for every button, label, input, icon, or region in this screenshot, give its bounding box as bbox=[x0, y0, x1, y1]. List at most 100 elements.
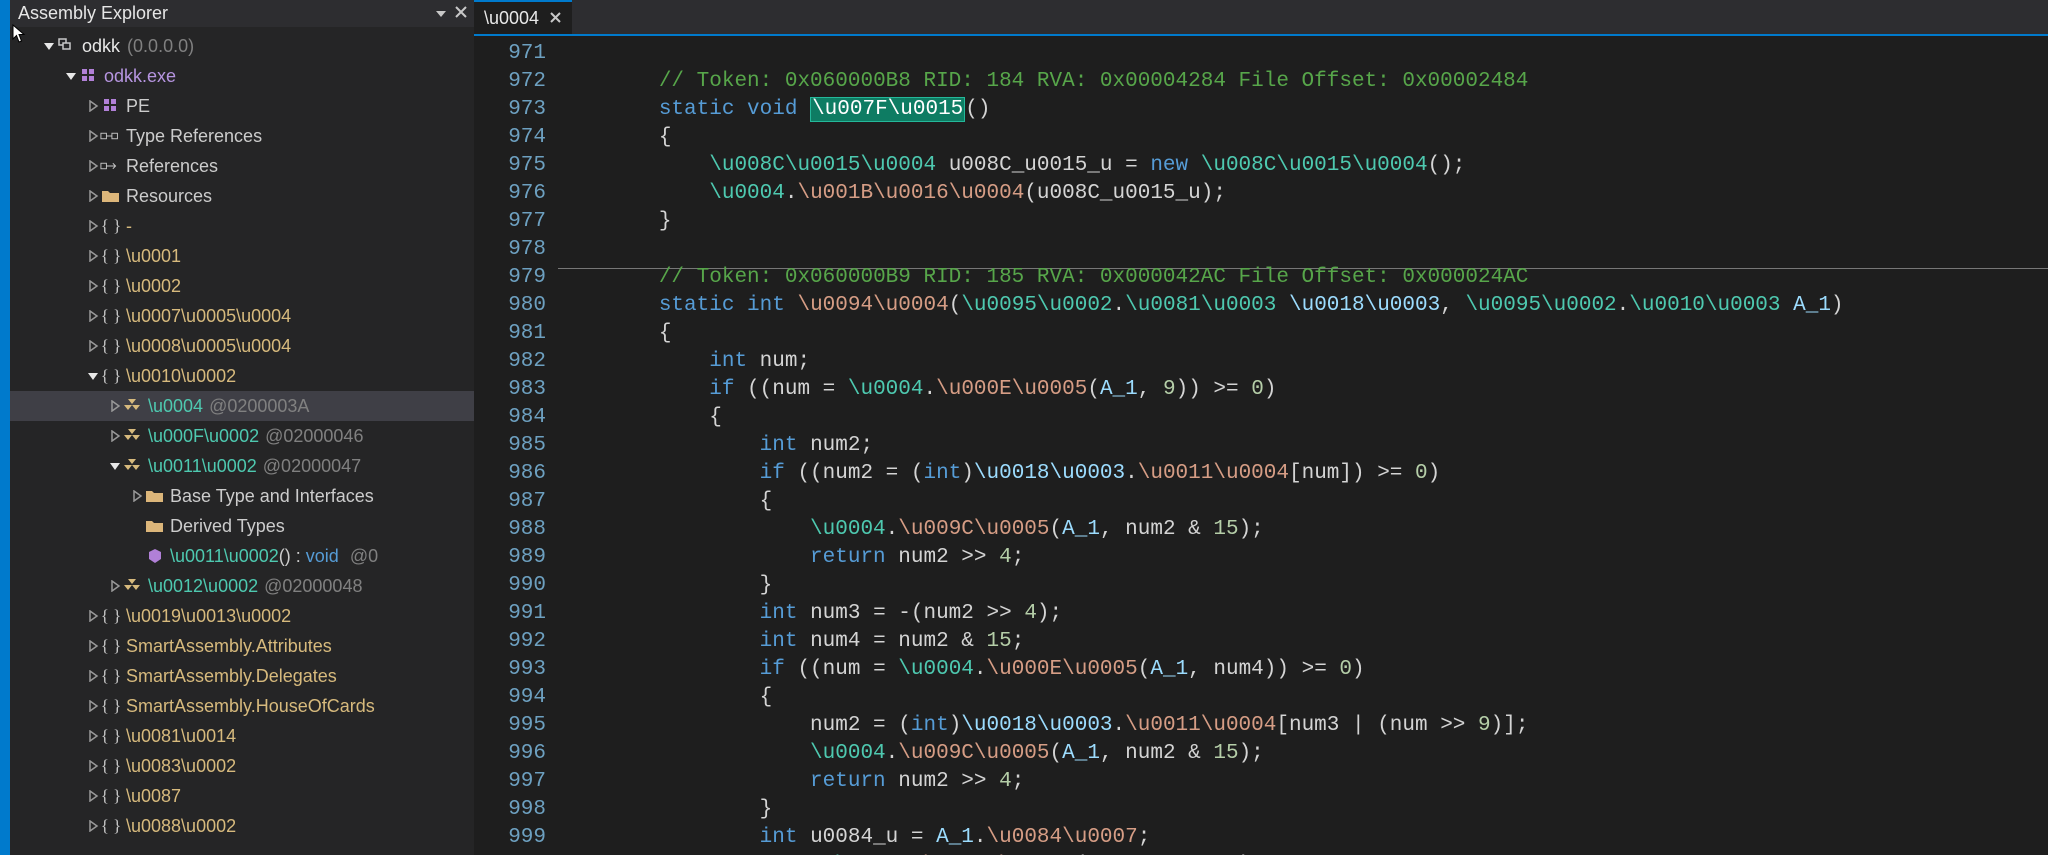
code-line[interactable]: { bbox=[558, 684, 2048, 712]
tree-row[interactable]: References bbox=[10, 151, 474, 181]
expand-icon[interactable] bbox=[86, 159, 100, 173]
code-line[interactable]: // Token: 0x060000B9 RID: 185 RVA: 0x000… bbox=[558, 264, 2048, 292]
tree-row[interactable]: Derived Types bbox=[10, 511, 474, 541]
code-line[interactable]: // Token: 0x060000B8 RID: 184 RVA: 0x000… bbox=[558, 68, 2048, 96]
method-icon bbox=[144, 545, 166, 567]
line-number: 988 bbox=[474, 516, 546, 544]
tree-row[interactable]: { }\u0081\u0014 bbox=[10, 721, 474, 751]
tree-label: odkk (0.0.0.0) bbox=[82, 36, 194, 57]
expand-icon[interactable] bbox=[86, 99, 100, 113]
code-line[interactable]: } bbox=[558, 208, 2048, 236]
code-line[interactable]: { bbox=[558, 320, 2048, 348]
twisty-spacer bbox=[130, 519, 144, 533]
tree-row[interactable]: \u0012\u0002@02000048 bbox=[10, 571, 474, 601]
tree-row[interactable]: odkk.exe bbox=[10, 61, 474, 91]
code-line[interactable]: int num2; bbox=[558, 432, 2048, 460]
tree-row[interactable]: { }SmartAssembly.HouseOfCards bbox=[10, 691, 474, 721]
tab-u0004[interactable]: \u0004 bbox=[474, 0, 572, 34]
code-line[interactable]: } bbox=[558, 572, 2048, 600]
line-number: 972 bbox=[474, 68, 546, 96]
code-line[interactable] bbox=[558, 40, 2048, 68]
code-line[interactable]: int num; bbox=[558, 348, 2048, 376]
code-viewport[interactable]: // Token: 0x060000B8 RID: 184 RVA: 0x000… bbox=[558, 36, 2048, 855]
tree-row[interactable]: Resources bbox=[10, 181, 474, 211]
tree-label: \u0002 bbox=[126, 276, 181, 297]
tree-row[interactable]: { }\u0001 bbox=[10, 241, 474, 271]
code-line[interactable]: \u0004.\u009C\u0005(A_1, num2 & 15); bbox=[558, 740, 2048, 768]
tree-row[interactable]: { }\u0083\u0002 bbox=[10, 751, 474, 781]
tab-close-button[interactable] bbox=[549, 8, 562, 29]
panel-close-button[interactable] bbox=[454, 3, 468, 24]
expand-icon[interactable] bbox=[108, 579, 122, 593]
code-line[interactable]: if ((num = \u0004.\u000E\u0005(A_1, num4… bbox=[558, 656, 2048, 684]
code-line[interactable]: \u0004.\u001B\u0016\u0004(u008C_u0015_u)… bbox=[558, 180, 2048, 208]
tree-row[interactable]: { }\u0087 bbox=[10, 781, 474, 811]
code-line[interactable] bbox=[558, 236, 2048, 264]
code-line[interactable]: int num4 = num2 & 15; bbox=[558, 628, 2048, 656]
code-line[interactable]: static int \u0094\u0004(\u0095\u0002.\u0… bbox=[558, 292, 2048, 320]
tree-label: \u0011\u0002() : void @0 bbox=[170, 546, 378, 567]
tree-row[interactable]: PE bbox=[10, 91, 474, 121]
code-line[interactable]: return num2 >> 4; bbox=[558, 768, 2048, 796]
tree-row[interactable]: \u000F\u0002@02000046 bbox=[10, 421, 474, 451]
tree-row[interactable]: \u0011\u0002@02000047 bbox=[10, 451, 474, 481]
expand-icon[interactable] bbox=[86, 609, 100, 623]
code-line[interactable]: { bbox=[558, 404, 2048, 432]
tree-row[interactable]: { }\u0088\u0002 bbox=[10, 811, 474, 841]
collapse-icon[interactable] bbox=[42, 39, 56, 53]
code-line[interactable]: return num2 >> 4; bbox=[558, 544, 2048, 572]
expand-icon[interactable] bbox=[86, 129, 100, 143]
expand-icon[interactable] bbox=[86, 699, 100, 713]
tree-row[interactable]: odkk (0.0.0.0) bbox=[10, 31, 474, 61]
code-line[interactable]: { bbox=[558, 124, 2048, 152]
expand-icon[interactable] bbox=[86, 639, 100, 653]
code-line[interactable]: } bbox=[558, 796, 2048, 824]
tree-row[interactable]: { }\u0002 bbox=[10, 271, 474, 301]
tree-row[interactable]: \u0004@0200003A bbox=[10, 391, 474, 421]
tree-row[interactable]: Base Type and Interfaces bbox=[10, 481, 474, 511]
expand-icon[interactable] bbox=[130, 489, 144, 503]
expand-icon[interactable] bbox=[86, 669, 100, 683]
assembly-explorer-panel: Assembly Explorer odkk (0.0.0.0)odkk.exe… bbox=[10, 0, 474, 855]
code-line[interactable]: if ((num2 = (int)\u0018\u0003.\u0011\u00… bbox=[558, 460, 2048, 488]
expand-icon[interactable] bbox=[86, 759, 100, 773]
tree-row[interactable]: { }SmartAssembly.Attributes bbox=[10, 631, 474, 661]
line-number: 978 bbox=[474, 236, 546, 264]
expand-icon[interactable] bbox=[86, 249, 100, 263]
code-line[interactable]: int num3 = -(num2 >> 4); bbox=[558, 600, 2048, 628]
collapse-icon[interactable] bbox=[64, 69, 78, 83]
expand-icon[interactable] bbox=[86, 279, 100, 293]
expand-icon[interactable] bbox=[86, 339, 100, 353]
tree-row[interactable]: { }\u0008\u0005\u0004 bbox=[10, 331, 474, 361]
code-line[interactable]: int u0084_u = A_1.\u0084\u0007; bbox=[558, 824, 2048, 852]
assembly-tree[interactable]: odkk (0.0.0.0)odkk.exePEType ReferencesR… bbox=[10, 27, 474, 855]
panel-menu-icon[interactable] bbox=[436, 11, 446, 17]
expand-icon[interactable] bbox=[86, 189, 100, 203]
line-number-gutter: 9719729739749759769779789799809819829839… bbox=[474, 36, 558, 855]
expand-icon[interactable] bbox=[86, 309, 100, 323]
line-number: 977 bbox=[474, 208, 546, 236]
folder-icon bbox=[144, 485, 166, 507]
tree-row[interactable]: { }- bbox=[10, 211, 474, 241]
tree-row[interactable]: { }\u0019\u0013\u0002 bbox=[10, 601, 474, 631]
tree-row[interactable]: \u0011\u0002() : void @0 bbox=[10, 541, 474, 571]
tree-row[interactable]: { }\u0010\u0002 bbox=[10, 361, 474, 391]
collapse-icon[interactable] bbox=[108, 459, 122, 473]
expand-icon[interactable] bbox=[86, 219, 100, 233]
expand-icon[interactable] bbox=[108, 399, 122, 413]
code-line[interactable]: \u0004.\u009C\u0005(A_1, num2 & 15); bbox=[558, 516, 2048, 544]
code-line[interactable]: if ((num = \u0004.\u000E\u0005(A_1, 9)) … bbox=[558, 376, 2048, 404]
collapse-icon[interactable] bbox=[86, 369, 100, 383]
tree-row[interactable]: Type References bbox=[10, 121, 474, 151]
tree-row[interactable]: { }SmartAssembly.Delegates bbox=[10, 661, 474, 691]
expand-icon[interactable] bbox=[86, 729, 100, 743]
code-line[interactable]: \u008C\u0015\u0004 u008C_u0015_u = new \… bbox=[558, 152, 2048, 180]
code-line[interactable]: num2 = (int)\u0018\u0003.\u0011\u0004[nu… bbox=[558, 712, 2048, 740]
code-line[interactable]: static void \u007F\u0015() bbox=[558, 96, 2048, 124]
expand-icon[interactable] bbox=[86, 819, 100, 833]
expand-icon[interactable] bbox=[108, 429, 122, 443]
ns-icon: { } bbox=[100, 605, 122, 627]
expand-icon[interactable] bbox=[86, 789, 100, 803]
code-line[interactable]: { bbox=[558, 488, 2048, 516]
tree-row[interactable]: { }\u0007\u0005\u0004 bbox=[10, 301, 474, 331]
